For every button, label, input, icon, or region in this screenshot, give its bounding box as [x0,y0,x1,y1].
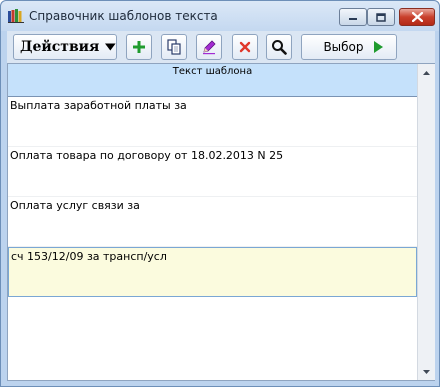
magnifier-icon [272,40,287,55]
search-button[interactable] [266,34,292,60]
templates-table: Текст шаблона Выплата заработной платы з… [7,63,435,381]
x-icon [239,41,251,53]
scroll-down-arrow-icon [423,369,430,374]
scroll-up-arrow-icon [423,70,430,75]
table-body: Выплата заработной платы за Оплата товар… [8,97,417,381]
plus-icon [133,41,145,53]
table-row[interactable]: Оплата товара по договору от 18.02.2013 … [8,147,417,197]
title-bar[interactable]: Справочник шаблонов текста [1,1,439,31]
copy-button[interactable] [161,34,187,60]
actions-menu-button[interactable]: Действия [13,34,117,60]
window-title: Справочник шаблонов текста [29,9,218,23]
select-button[interactable]: Выбор [301,34,397,60]
vertical-scrollbar[interactable] [417,64,435,380]
delete-button[interactable] [232,34,258,60]
minimize-icon [349,18,357,20]
table-row-selected[interactable]: сч 153/12/09 за трансп/усл [8,247,417,297]
scroll-up-button[interactable] [418,64,435,81]
column-header-template-text[interactable]: Текст шаблона [8,64,417,97]
pencil-icon [203,40,216,55]
toolbar: Действия Выбор [7,31,435,63]
row-text: Оплата товара по договору от 18.02.2013 … [10,149,284,162]
dropdown-arrow-icon [105,43,116,51]
play-arrow-icon [373,41,383,53]
scroll-down-button[interactable] [418,363,435,380]
maximize-button[interactable] [367,8,395,26]
row-text: сч 153/12/09 за трансп/усл [11,250,167,263]
table-row[interactable]: Оплата услуг связи за [8,197,417,247]
template-reference-window: Справочник шаблонов текста Действия Выбо… [0,0,440,387]
books-icon [8,9,24,23]
minimize-button[interactable] [339,8,367,26]
copy-icon [167,39,181,55]
row-text: Выплата заработной платы за [10,99,187,112]
table-row[interactable]: Выплата заработной платы за [8,97,417,147]
column-header-label: Текст шаблона [172,66,253,77]
edit-button[interactable] [196,34,222,60]
close-window-button[interactable] [399,8,435,26]
close-icon [411,12,423,22]
add-button[interactable] [126,34,152,60]
select-label: Выбор [323,40,364,54]
maximize-icon [376,12,386,22]
actions-label: Действия [20,39,100,55]
row-text: Оплата услуг связи за [10,199,140,212]
